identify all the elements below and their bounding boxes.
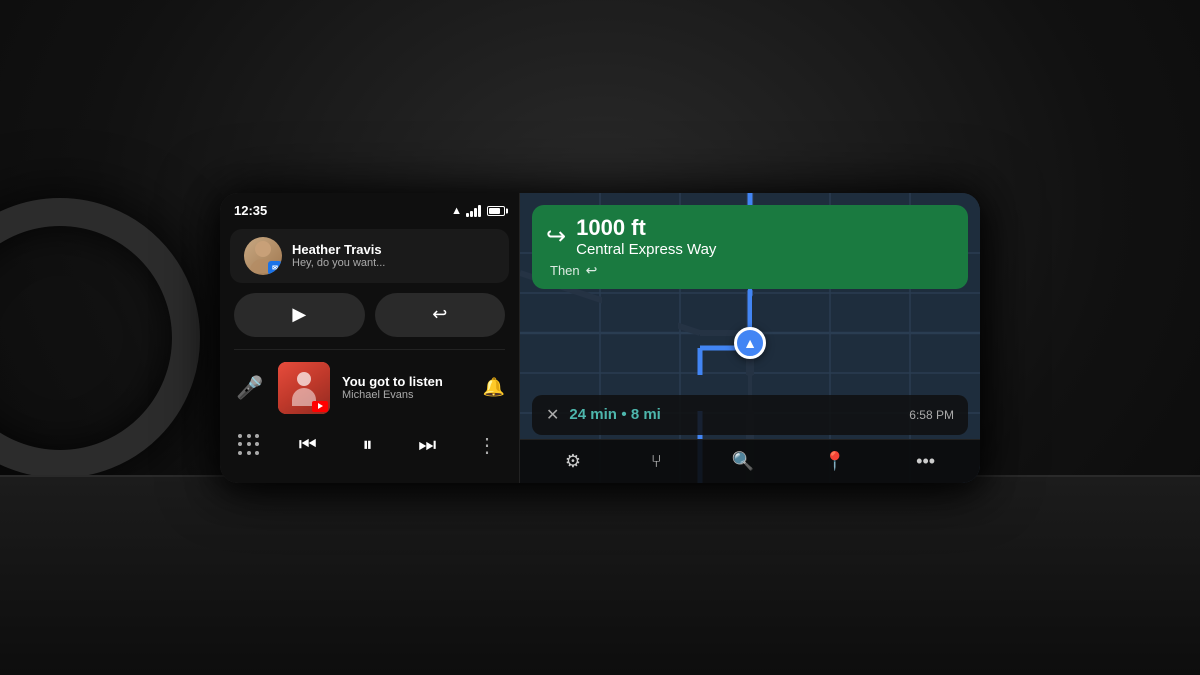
- map-panel: ▲ ↪ 1000 ft Central Express Way Then ↩ ✕…: [520, 193, 980, 483]
- status-icons: ▲: [451, 205, 505, 217]
- nav-then-label: Then: [550, 263, 580, 278]
- reply-icon: ↩: [432, 304, 447, 325]
- battery-icon: [487, 206, 505, 216]
- album-art: [278, 362, 330, 414]
- divider: [234, 349, 505, 350]
- eta-banner: ✕ 24 min • 8 mi 6:58 PM: [532, 395, 968, 435]
- search-button[interactable]: 🔍: [726, 445, 760, 478]
- status-time: 12:35: [234, 203, 267, 218]
- settings-button[interactable]: ⚙: [559, 445, 587, 478]
- dashboard: [0, 475, 1200, 675]
- message-text-area: Heather Travis Hey, do you want...: [292, 242, 495, 269]
- youtube-badge: [312, 401, 328, 412]
- previous-track-button[interactable]: ⏮: [290, 428, 326, 464]
- message-actions: ▶ ↩: [220, 287, 519, 345]
- close-route-button[interactable]: ✕: [546, 405, 559, 425]
- microphone-area: 🎤: [234, 372, 266, 404]
- map-controls-bar: ⚙ ⑂ 🔍 📍 •••: [520, 439, 980, 483]
- status-bar: 12:35 ▲: [220, 193, 519, 225]
- more-map-options-button[interactable]: •••: [910, 445, 941, 478]
- music-info: You got to listen Michael Evans: [342, 374, 471, 401]
- play-message-button[interactable]: ▶: [234, 293, 365, 337]
- wifi-icon: ▲: [451, 205, 462, 217]
- eta-time: 24 min: [569, 406, 617, 423]
- playback-controls: ⏮ ⏸ ⏭ ⋮: [220, 422, 519, 474]
- eta-arrival: 6:58 PM: [909, 408, 954, 422]
- nav-then-row: Then ↩: [546, 262, 954, 279]
- avatar: ✉: [244, 237, 282, 275]
- message-card: ✉ Heather Travis Hey, do you want...: [230, 229, 509, 283]
- infotainment-screen: 12:35 ▲ ✉: [220, 193, 980, 483]
- next-track-button[interactable]: ⏭: [409, 428, 445, 464]
- google-mic-icon: 🎤: [236, 375, 263, 401]
- more-options-button[interactable]: ⋮: [469, 428, 505, 464]
- pause-button[interactable]: ⏸: [350, 428, 386, 464]
- nav-street: Central Express Way: [576, 241, 716, 258]
- location-arrow-icon: ▲: [743, 335, 757, 351]
- bell-icon: 🔔: [483, 377, 505, 398]
- navigation-banner: ↪ 1000 ft Central Express Way Then ↩: [532, 205, 968, 289]
- nav-distance: 1000 ft: [576, 215, 716, 241]
- route-options-button[interactable]: ⑂: [645, 445, 668, 478]
- location-marker: ▲: [734, 327, 766, 359]
- message-preview: Hey, do you want...: [292, 257, 495, 269]
- reply-message-button[interactable]: ↩: [375, 293, 506, 337]
- signal-icon: [466, 205, 481, 217]
- music-artist: Michael Evans: [342, 389, 471, 401]
- music-title: You got to listen: [342, 374, 471, 389]
- apps-grid-button[interactable]: [234, 430, 266, 462]
- message-badge: ✉: [268, 261, 282, 275]
- play-icon: ▶: [292, 304, 306, 325]
- left-panel: 12:35 ▲ ✉: [220, 193, 520, 483]
- message-sender: Heather Travis: [292, 242, 495, 257]
- location-pin-button[interactable]: 📍: [818, 445, 852, 478]
- nav-then-icon: ↩: [586, 262, 598, 279]
- music-card: 🎤 You got to listen Michael Evans 🔔: [220, 354, 519, 422]
- eta-distance: 8 mi: [631, 406, 661, 423]
- eta-dot: •: [621, 406, 630, 423]
- turn-icon: ↪: [546, 222, 566, 251]
